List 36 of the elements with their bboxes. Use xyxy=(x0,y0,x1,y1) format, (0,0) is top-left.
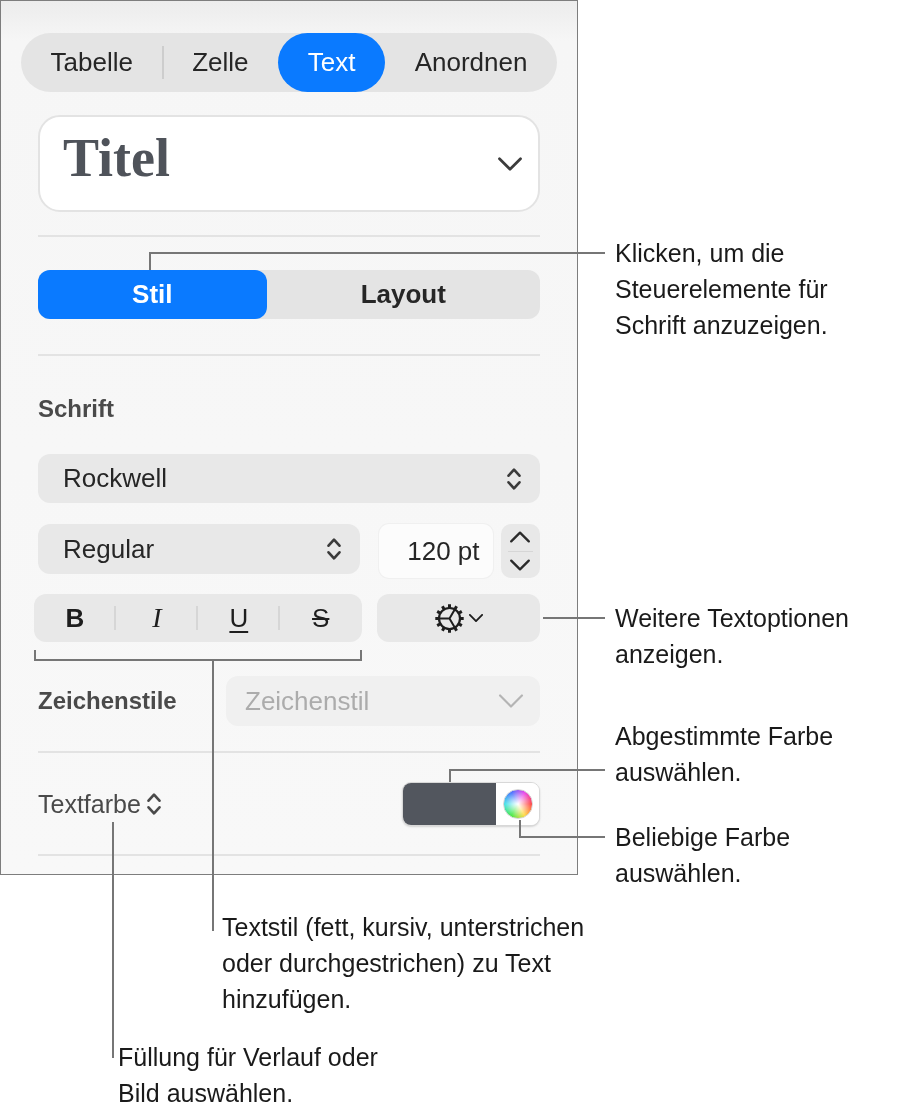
text-style-button[interactable]: S xyxy=(279,594,362,642)
tab[interactable]: Zelle xyxy=(162,33,279,92)
callout-text: Weitere Textoptionen anzeigen. xyxy=(615,603,850,670)
typeface-popup[interactable]: Regular xyxy=(38,524,360,574)
chevron-down-icon xyxy=(498,156,522,171)
callout-text: Klicken, um die Steuerelemente für Schrift anzuzeigen. xyxy=(615,238,829,341)
field-label: Zeichenstile xyxy=(38,687,178,715)
segment-tab[interactable]: Layout xyxy=(266,270,540,319)
up-down-chevron-icon xyxy=(327,538,341,560)
up-down-chevron-icon xyxy=(146,793,161,815)
section-heading: Schrift xyxy=(38,394,115,424)
callout-text: Beliebige Farbe auswählen. xyxy=(615,822,792,889)
font-family-popup[interactable]: Rockwell xyxy=(38,454,540,503)
text-color-menu-button[interactable]: Textfarbe xyxy=(38,789,161,819)
text-options-button[interactable] xyxy=(376,594,540,642)
color-swatch[interactable] xyxy=(403,783,496,825)
segment-tab[interactable]: Stil xyxy=(38,270,267,319)
chevron-down-icon xyxy=(510,558,531,571)
tab[interactable]: Text xyxy=(278,33,386,92)
text-style-button[interactable]: I xyxy=(115,594,198,642)
gear-icon xyxy=(433,602,465,634)
chevron-down-icon xyxy=(498,694,524,708)
callout-text: Füllung für Verlauf oder Bild auswählen. xyxy=(118,1042,379,1109)
text-style-button[interactable]: U xyxy=(197,594,280,642)
text-style-button[interactable]: B xyxy=(34,594,116,642)
chevron-up-icon xyxy=(510,531,531,544)
color-wheel-icon xyxy=(502,789,533,819)
tab[interactable]: Tabelle xyxy=(21,33,163,92)
tab[interactable]: Anordnen xyxy=(385,33,558,92)
callout-text: Textstil (fett, kursiv, unterstrichen oder durchgestrichen) zu Text hinzufügen. xyxy=(222,912,586,1015)
font-size-field[interactable]: 120 pt xyxy=(379,524,493,578)
up-down-chevron-icon xyxy=(507,467,521,490)
paragraph-style-popup[interactable]: Titel xyxy=(38,115,540,212)
color-picker-button[interactable] xyxy=(496,783,539,825)
callout-text: Abgestimmte Farbe auswählen. xyxy=(615,721,835,788)
caret-icon xyxy=(468,614,483,622)
